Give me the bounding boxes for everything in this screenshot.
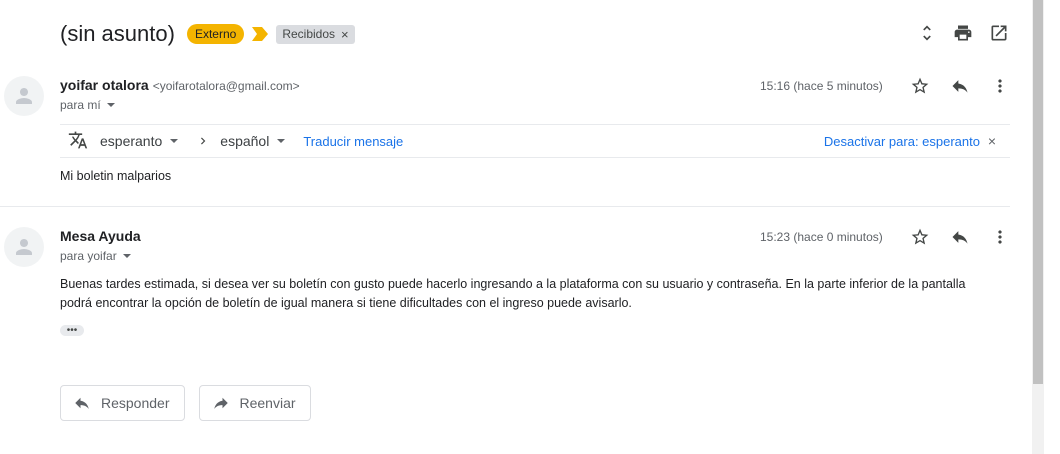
subject-row: (sin asunto) Externo Recibidos ×: [60, 20, 355, 48]
star-icon: [911, 228, 929, 245]
translate-icon: [68, 130, 90, 152]
sender-line: yoifar otalora <yoifarotalora@gmail.com>: [60, 77, 300, 93]
scrollbar-thumb[interactable]: [1033, 0, 1043, 384]
message-body-line: Buenas tardes estimada, si desea ver su …: [60, 277, 966, 291]
reply-button[interactable]: [949, 75, 971, 97]
disable-translation-link[interactable]: Desactivar para: esperanto: [824, 134, 980, 149]
message-actions: [909, 75, 1011, 97]
sender-name: yoifar otalora: [60, 77, 149, 93]
label-chip-text: Recibidos: [282, 27, 336, 41]
chevron-right-icon: [196, 134, 210, 148]
star-button[interactable]: [909, 75, 931, 97]
reply-bottom-button[interactable]: Responder: [60, 385, 185, 421]
reply-icon: [952, 80, 968, 93]
show-trimmed-content-button[interactable]: •••: [60, 325, 84, 336]
more-vert-icon: [998, 230, 1002, 244]
forward-icon: [213, 397, 228, 409]
reply-forward-row: Responder Reenviar: [60, 385, 311, 421]
subject-title: (sin asunto): [60, 21, 175, 46]
recipients-toggle[interactable]: para mí: [60, 98, 115, 112]
unfold-icon: [923, 25, 931, 41]
more-vert-icon: [998, 79, 1002, 93]
message-divider: [0, 206, 1010, 207]
reply-icon: [75, 397, 89, 409]
external-badge: Externo: [186, 24, 245, 44]
star-button[interactable]: [909, 226, 931, 248]
reply-icon: [952, 231, 968, 244]
more-options-button[interactable]: [989, 226, 1011, 248]
open-in-new-icon: [991, 25, 1007, 41]
sender-line: Mesa Ayuda: [60, 228, 141, 244]
chevron-down-icon: [106, 103, 115, 107]
recipients-toggle[interactable]: para yoifar: [60, 249, 131, 263]
sender-avatar: [4, 227, 44, 267]
sender-name: Mesa Ayuda: [60, 228, 141, 244]
forward-label: Reenviar: [239, 395, 296, 411]
message-time: 15:16 (hace 5 minutos): [760, 79, 883, 93]
message-time: 15:23 (hace 0 minutos): [760, 230, 883, 244]
recipients-text: para mí: [60, 98, 101, 112]
print-button[interactable]: [952, 22, 974, 44]
importance-marker-icon[interactable]: [252, 27, 269, 41]
chevron-down-icon: [170, 139, 179, 143]
person-icon: [16, 239, 32, 255]
close-translate-icon[interactable]: ×: [988, 133, 996, 149]
source-language-label: esperanto: [100, 133, 163, 149]
reply-label: Responder: [101, 395, 170, 411]
message-actions: [909, 226, 1011, 248]
chevron-down-icon: [277, 139, 286, 143]
remove-label-icon[interactable]: ×: [341, 27, 349, 42]
translate-message-link[interactable]: Traducir mensaje: [303, 134, 403, 149]
email-thread: (sin asunto) Externo Recibidos × yoifar …: [0, 0, 1028, 454]
more-options-button[interactable]: [989, 75, 1011, 97]
star-icon: [911, 77, 929, 94]
sender-avatar: [4, 76, 44, 116]
recipients-text: para yoifar: [60, 249, 117, 263]
forward-button[interactable]: Reenviar: [198, 385, 311, 421]
thread-actions: [916, 22, 1010, 44]
translate-bar: esperanto español Traducir mensaje Desac…: [60, 124, 1010, 158]
sender-email: <yoifarotalora@gmail.com>: [152, 79, 300, 93]
target-language-label: español: [220, 133, 270, 149]
message-body: Mi boletin malparios: [60, 169, 172, 183]
ellipsis-icon: •••: [66, 324, 78, 336]
person-icon: [16, 88, 32, 104]
message-body-line: podrá encontrar la opción de boletín de …: [60, 296, 632, 310]
label-chip-inbox: Recibidos ×: [276, 24, 355, 44]
scrollbar[interactable]: [1032, 0, 1060, 454]
target-language-select[interactable]: español: [220, 133, 286, 149]
open-in-new-window-button[interactable]: [988, 22, 1010, 44]
reply-button[interactable]: [949, 226, 971, 248]
message-body: Buenas tardes estimada, si desea ver su …: [60, 275, 1010, 313]
chevron-down-icon: [122, 254, 131, 258]
source-language-select[interactable]: esperanto: [100, 133, 179, 149]
print-icon: [954, 25, 972, 41]
expand-all-button[interactable]: [916, 22, 938, 44]
